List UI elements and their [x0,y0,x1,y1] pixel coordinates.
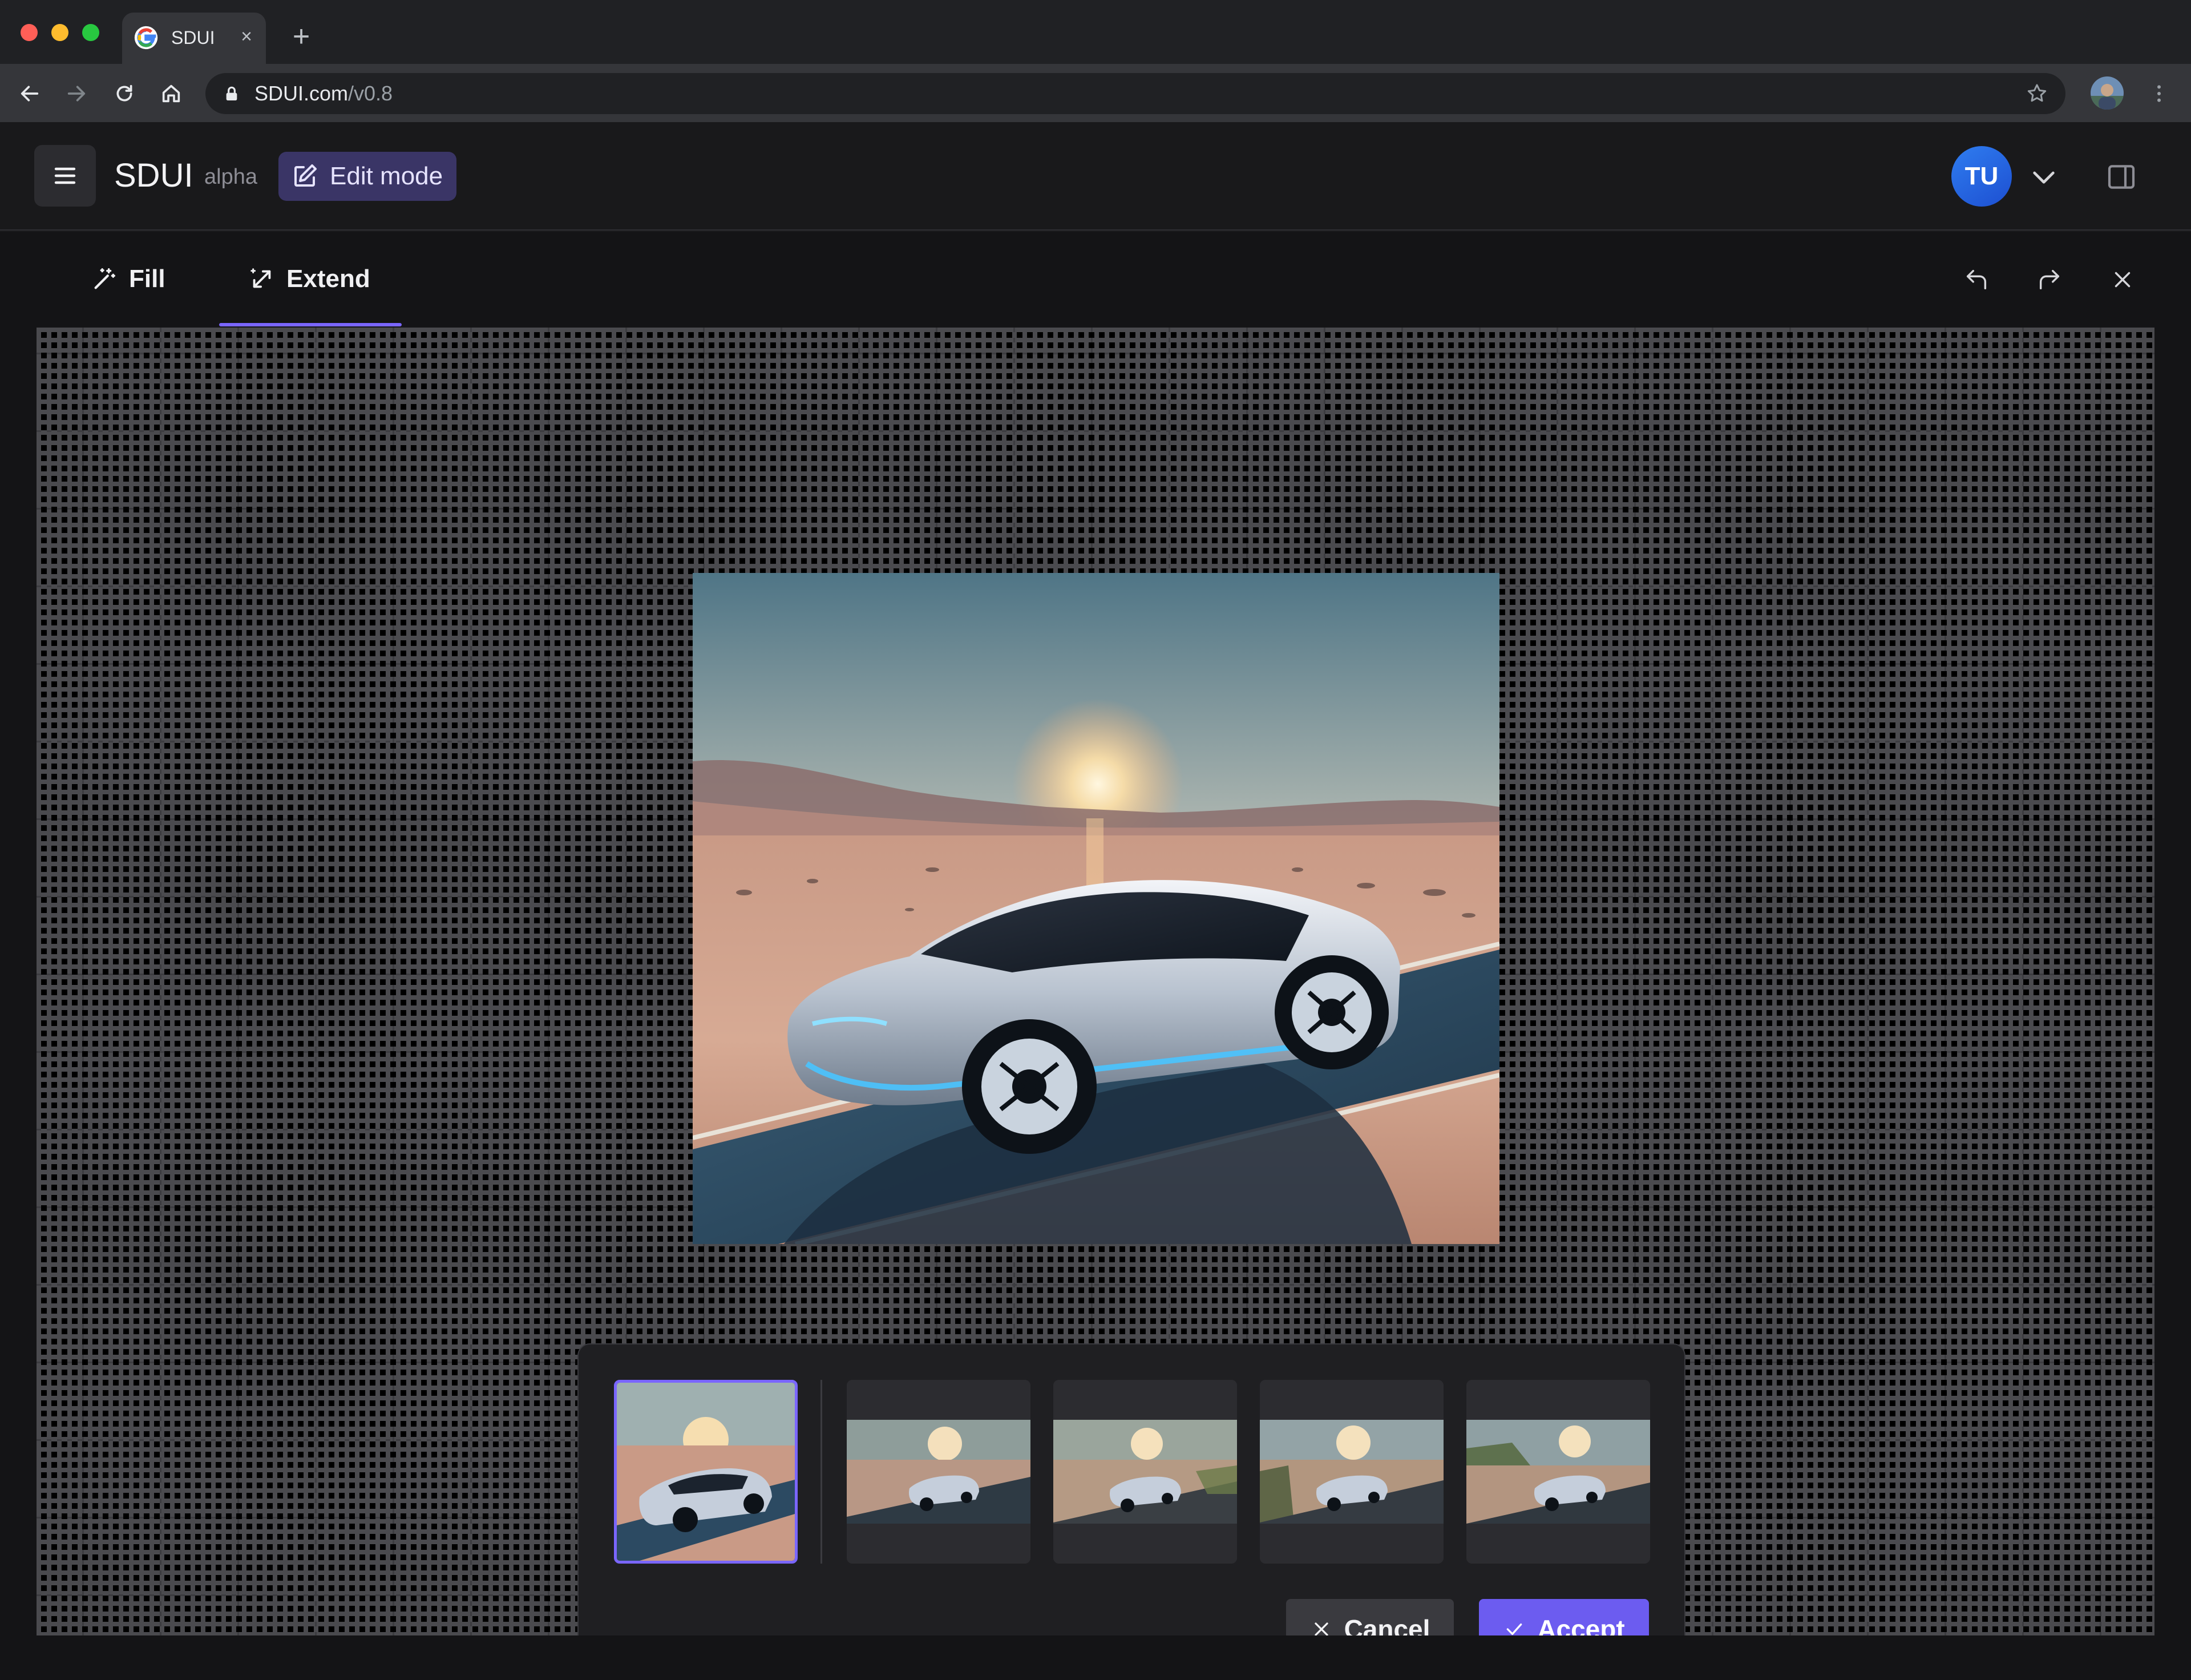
variation-thumbnail[interactable] [1260,1380,1444,1564]
tab-fill[interactable]: Fill [91,259,165,299]
app-title: SDUI [114,157,193,194]
reload-icon [116,84,132,102]
close-icon [2115,272,2131,288]
variation-thumbnail[interactable] [1466,1380,1650,1564]
home-icon [162,84,180,103]
bookmark-star-icon[interactable] [2026,82,2048,105]
back-button[interactable] [14,78,46,110]
expand-arrows-icon [250,268,271,288]
redo-icon [2039,269,2060,290]
car-thumbnail-icon [847,1380,1030,1564]
browser-tab[interactable]: SDUI × [122,13,266,64]
car-scene-illustration [693,573,1499,1244]
tab-fill-label: Fill [129,265,165,293]
app-header: SDUI alpha Edit mode TU [0,122,2191,231]
url-text: SDUI.com/v0.8 [254,82,393,105]
thumbnail-divider [820,1380,822,1564]
grid-line [37,430,2154,432]
mode-tabs: Fill Extend [0,232,2191,326]
browser-menu-button[interactable] [2143,78,2175,110]
check-icon [1506,1624,1522,1635]
alpha-badge: alpha [204,165,257,189]
image-canvas[interactable]: Cancel Accept [37,328,2154,1635]
grid-line [2022,328,2024,1635]
profile-photo-icon [2091,76,2124,110]
minimize-window-button[interactable] [51,24,68,41]
arrow-right-icon [67,86,86,102]
tab-extend[interactable]: Extend [249,259,370,299]
grid-line [37,508,2154,510]
tab-close-button[interactable]: × [234,24,259,49]
car-thumbnail-icon [1260,1380,1444,1564]
close-editor-button[interactable] [2104,261,2141,298]
tab-title: SDUI [171,27,215,48]
browser-profile-avatar[interactable] [2091,76,2124,110]
close-window-button[interactable] [21,24,38,41]
edit-mode-button[interactable]: Edit mode [278,152,456,201]
chevron-down-icon[interactable] [2028,161,2060,193]
home-button[interactable] [155,78,187,110]
more-vertical-icon [2157,85,2161,102]
cancel-button[interactable]: Cancel [1286,1599,1454,1635]
new-tab-button[interactable]: + [285,22,317,54]
lock-icon [226,86,237,100]
browser-toolbar: SDUI.com/v0.8 [0,64,2191,122]
url-path: /v0.8 [348,82,393,105]
grid-line [548,328,549,1635]
accept-label: Accept [1537,1614,1625,1635]
variation-thumbnail[interactable] [1053,1380,1237,1564]
image-editor: Fill Extend Cancel Accept [0,232,2191,1680]
grid-line [315,328,317,1635]
grid-line [1712,328,1713,1635]
arrow-left-icon [21,86,39,102]
variation-thumbnail-selected[interactable] [614,1380,798,1564]
variation-panel: Cancel Accept [577,1343,1685,1635]
tab-strip: SDUI × + [0,0,2191,64]
grid-line [1867,328,1869,1635]
grid-line [237,328,239,1635]
url-host: SDUI.com [254,82,349,105]
forward-button[interactable] [60,78,92,110]
hamburger-icon [54,167,76,184]
active-tab-indicator [219,323,402,326]
edit-mode-label: Edit mode [330,162,443,190]
grid-line [1945,328,1946,1635]
grid-line [37,1284,2154,1286]
grid-line [37,353,2154,354]
redo-button[interactable] [2031,261,2068,298]
tab-extend-label: Extend [286,265,370,293]
address-bar[interactable]: SDUI.com/v0.8 [205,73,2065,114]
car-thumbnail-icon [1466,1380,1650,1564]
hamburger-menu-button[interactable] [34,145,96,207]
grid-line [470,328,472,1635]
magic-wand-icon [94,268,115,289]
grid-line [82,328,84,1635]
car-thumbnail-icon [1053,1380,1237,1564]
reload-button[interactable] [108,78,140,110]
sidebar-toggle-icon[interactable] [2105,161,2137,193]
variation-thumbnail[interactable] [847,1380,1030,1564]
undo-button[interactable] [1958,261,1995,298]
user-avatar[interactable]: TU [1951,146,2012,207]
google-icon [134,26,158,50]
maximize-window-button[interactable] [82,24,99,41]
grid-line [160,328,161,1635]
cancel-label: Cancel [1344,1614,1430,1635]
generated-car-image[interactable] [693,573,1499,1244]
undo-icon [1966,269,1987,290]
grid-line [1789,328,1791,1635]
grid-line [393,328,394,1635]
browser-window: SDUI × + SDUI.com/v0.8 SDUI alpha Edit m… [0,0,2191,1680]
close-icon [1314,1622,1328,1635]
accept-button[interactable]: Accept [1479,1599,1649,1635]
car-thumbnail-icon [617,1383,795,1561]
grid-line [2100,328,2101,1635]
edit-square-icon [294,164,317,187]
